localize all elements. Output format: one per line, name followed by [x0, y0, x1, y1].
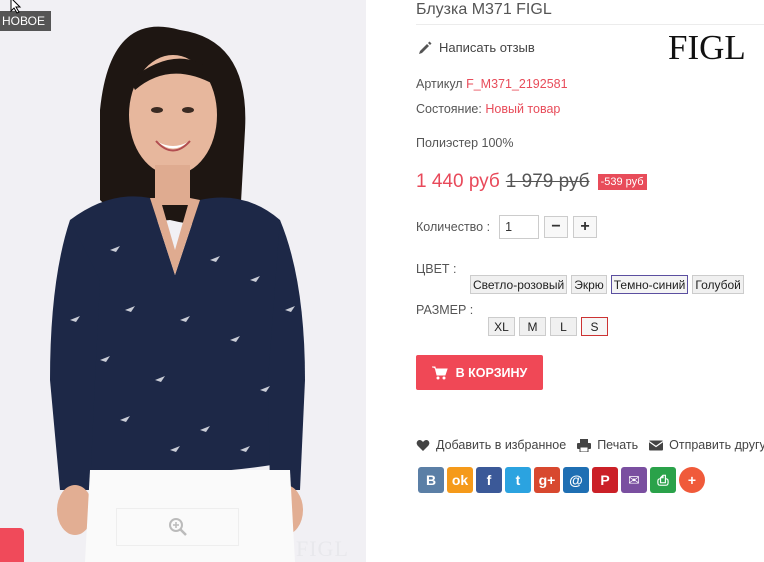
quantity-decrease-button[interactable]: −: [544, 216, 569, 238]
add-to-favorites-link[interactable]: Добавить в избранное: [416, 438, 566, 452]
zoom-button[interactable]: [116, 508, 239, 546]
sku-row: Артикул F_M371_2192581: [416, 77, 568, 91]
odnoklassniki-icon[interactable]: ok: [447, 467, 473, 493]
old-price: 1 979 руб: [505, 171, 590, 192]
product-actions: Добавить в избранное Печать Отправить др…: [416, 438, 764, 452]
print-label: Печать: [597, 438, 639, 452]
quantity-row: Количество : − +: [416, 215, 598, 239]
quantity-increase-button[interactable]: +: [573, 216, 598, 238]
size-options: XL M L S: [488, 317, 608, 336]
vk-icon[interactable]: В: [418, 467, 444, 493]
color-option-light-blue[interactable]: Голубой: [692, 275, 744, 294]
write-review-label: Написать отзыв: [439, 40, 535, 55]
size-label: РАЗМЕР :: [416, 303, 474, 317]
condition-row: Состояние: Новый товар: [416, 102, 560, 116]
size-option-m[interactable]: M: [519, 317, 546, 336]
heart-icon: [416, 439, 430, 451]
email-icon[interactable]: ✉: [621, 467, 647, 493]
send-to-friend-label: Отправить другу: [669, 438, 764, 452]
current-price: 1 440 руб: [416, 171, 500, 192]
product-photo[interactable]: [30, 20, 350, 562]
pinterest-icon[interactable]: P: [592, 467, 618, 493]
size-option-xl[interactable]: XL: [488, 317, 515, 336]
sku-label: Артикул: [416, 77, 463, 91]
red-corner-tab[interactable]: [0, 528, 24, 562]
color-option-navy[interactable]: Темно-синий: [610, 275, 689, 294]
size-option-l[interactable]: L: [550, 317, 577, 336]
mailru-icon[interactable]: @: [563, 467, 589, 493]
image-watermark: FIGL: [296, 536, 349, 561]
condition-value: Новый товар: [485, 102, 561, 116]
add-to-cart-label: В КОРЗИНУ: [455, 365, 528, 380]
add-to-favorites-label: Добавить в избранное: [436, 438, 567, 452]
printer-icon: [577, 438, 592, 452]
material-text: Полиэстер 100%: [416, 136, 514, 150]
pencil-icon: [419, 41, 432, 54]
color-option-ecru[interactable]: Экрю: [571, 275, 607, 294]
more-icon[interactable]: +: [679, 467, 705, 493]
quantity-label: Количество :: [416, 220, 491, 234]
print-icon[interactable]: ⎙: [650, 467, 676, 493]
price-row: 1 440 руб 1 979 руб -539 руб: [416, 171, 647, 193]
sku-value: F_M371_2192581: [466, 77, 568, 91]
condition-label: Состояние:: [416, 102, 482, 116]
twitter-icon[interactable]: t: [505, 467, 531, 493]
size-option-s[interactable]: S: [581, 317, 608, 336]
send-to-friend-link[interactable]: Отправить другу: [649, 438, 764, 452]
color-label: ЦВЕТ :: [416, 262, 457, 276]
share-buttons: В ok f t g+ @ P ✉ ⎙ +: [418, 467, 705, 493]
write-review-link[interactable]: Написать отзыв: [418, 40, 535, 55]
discount-badge: -539 руб: [597, 174, 647, 190]
new-badge: НОВОЕ: [0, 11, 51, 31]
product-title: Блузка M371 FIGL: [416, 1, 552, 18]
envelope-icon: [649, 440, 664, 450]
zoom-in-icon: [168, 518, 187, 536]
divider: [416, 24, 764, 25]
add-to-cart-button[interactable]: В КОРЗИНУ: [416, 355, 543, 390]
brand-logo[interactable]: FIGL: [668, 28, 746, 68]
color-options: Светло-розовый Экрю Темно-синий Голубой: [470, 275, 744, 294]
color-option-light-pink[interactable]: Светло-розовый: [470, 275, 568, 294]
googleplus-icon[interactable]: g+: [534, 467, 560, 493]
mouse-cursor-icon: [10, 0, 22, 14]
cart-icon: [431, 366, 448, 379]
product-image-pane: НОВОЕ FIGL: [0, 0, 366, 562]
print-link[interactable]: Печать: [577, 438, 638, 452]
product-info-pane: Блузка M371 FIGL Написать отзыв FIGL Арт…: [366, 0, 764, 562]
facebook-icon[interactable]: f: [476, 467, 502, 493]
quantity-input[interactable]: [499, 215, 540, 239]
